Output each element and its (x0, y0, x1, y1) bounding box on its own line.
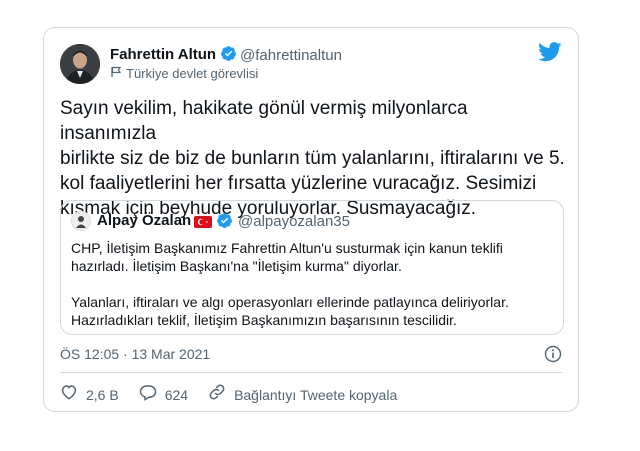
quoted-author-avatar[interactable] (71, 211, 91, 231)
quoted-verified-badge-icon (216, 212, 233, 234)
tweet-card: Fahrettin Altun @fahrettinaltun Türkiye … (43, 27, 579, 412)
flag-icon (110, 66, 122, 81)
copy-link-button[interactable]: Bağlantıyı Tweete kopyala (208, 383, 397, 406)
reply-bubble-icon (139, 383, 157, 406)
like-button[interactable]: 2,6 B (60, 383, 119, 406)
info-icon[interactable] (544, 345, 562, 368)
quoted-tweet[interactable]: Alpay Özalan @alpayozalan35 CHP, İletişi… (60, 200, 564, 335)
government-label: Türkiye devlet görevlisi (110, 66, 258, 81)
verified-badge-icon (220, 45, 237, 67)
like-count: 2,6 B (86, 386, 119, 403)
reply-button[interactable]: 624 (139, 383, 188, 406)
government-label-text: Türkiye devlet görevlisi (126, 66, 259, 81)
quoted-tweet-text: CHP, İletişim Başkanımız Fahrettin Altun… (71, 240, 509, 328)
copy-link-label: Bağlantıyı Tweete kopyala (234, 386, 398, 403)
turkey-flag-icon (194, 215, 212, 233)
quoted-author-name[interactable]: Alpay Özalan (97, 212, 191, 229)
link-icon (208, 383, 226, 406)
author-handle[interactable]: @fahrettinaltun (240, 47, 342, 64)
author-name[interactable]: Fahrettin Altun (110, 46, 216, 63)
divider (60, 372, 562, 373)
heart-icon (60, 383, 78, 406)
action-bar: 2,6 B 624 Bağlantıyı Tweete kopyala (60, 383, 417, 406)
twitter-bird-icon[interactable] (538, 42, 562, 67)
tweet-timestamp[interactable]: ÖS 12:05 · 13 Mar 2021 (60, 346, 210, 362)
reply-count: 624 (164, 386, 189, 403)
quoted-author-handle[interactable]: @alpayozalan35 (238, 213, 350, 230)
author-avatar[interactable] (60, 44, 100, 84)
